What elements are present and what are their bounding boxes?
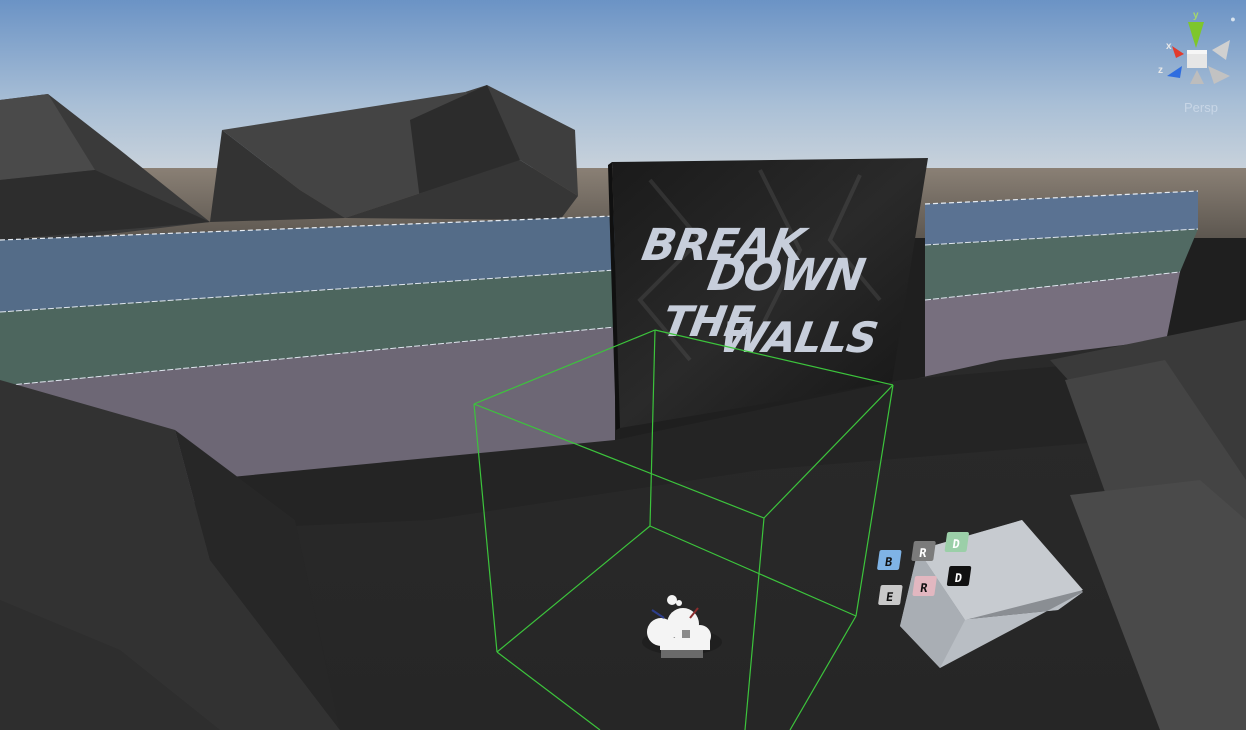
scene-canvas[interactable]: BREAK DOWN THE WALLS B R D E R D y x z (0, 0, 1246, 730)
gizmo-x-label: x (1166, 41, 1172, 52)
keypad-key-1[interactable]: B (877, 550, 902, 570)
scene-view-viewport[interactable]: BREAK DOWN THE WALLS B R D E R D y x z ●… (0, 0, 1246, 730)
keypad-key-4[interactable]: E (878, 585, 903, 605)
projection-mode-label[interactable]: Persp (1180, 100, 1222, 115)
gizmo-lock-icon[interactable]: ● (1228, 14, 1238, 24)
keypad-key-5[interactable]: R (912, 576, 937, 596)
keypad-key-2[interactable]: R (911, 541, 936, 561)
keypad-key-6[interactable]: D (946, 566, 972, 586)
gizmo-y-label: y (1193, 10, 1199, 21)
gizmo-z-label: z (1158, 65, 1163, 76)
keypad-key-3[interactable]: D (944, 532, 969, 552)
sky (0, 0, 1246, 190)
poster-line-2: DOWN (704, 250, 869, 301)
poster-line-4: WALLS (716, 313, 881, 362)
